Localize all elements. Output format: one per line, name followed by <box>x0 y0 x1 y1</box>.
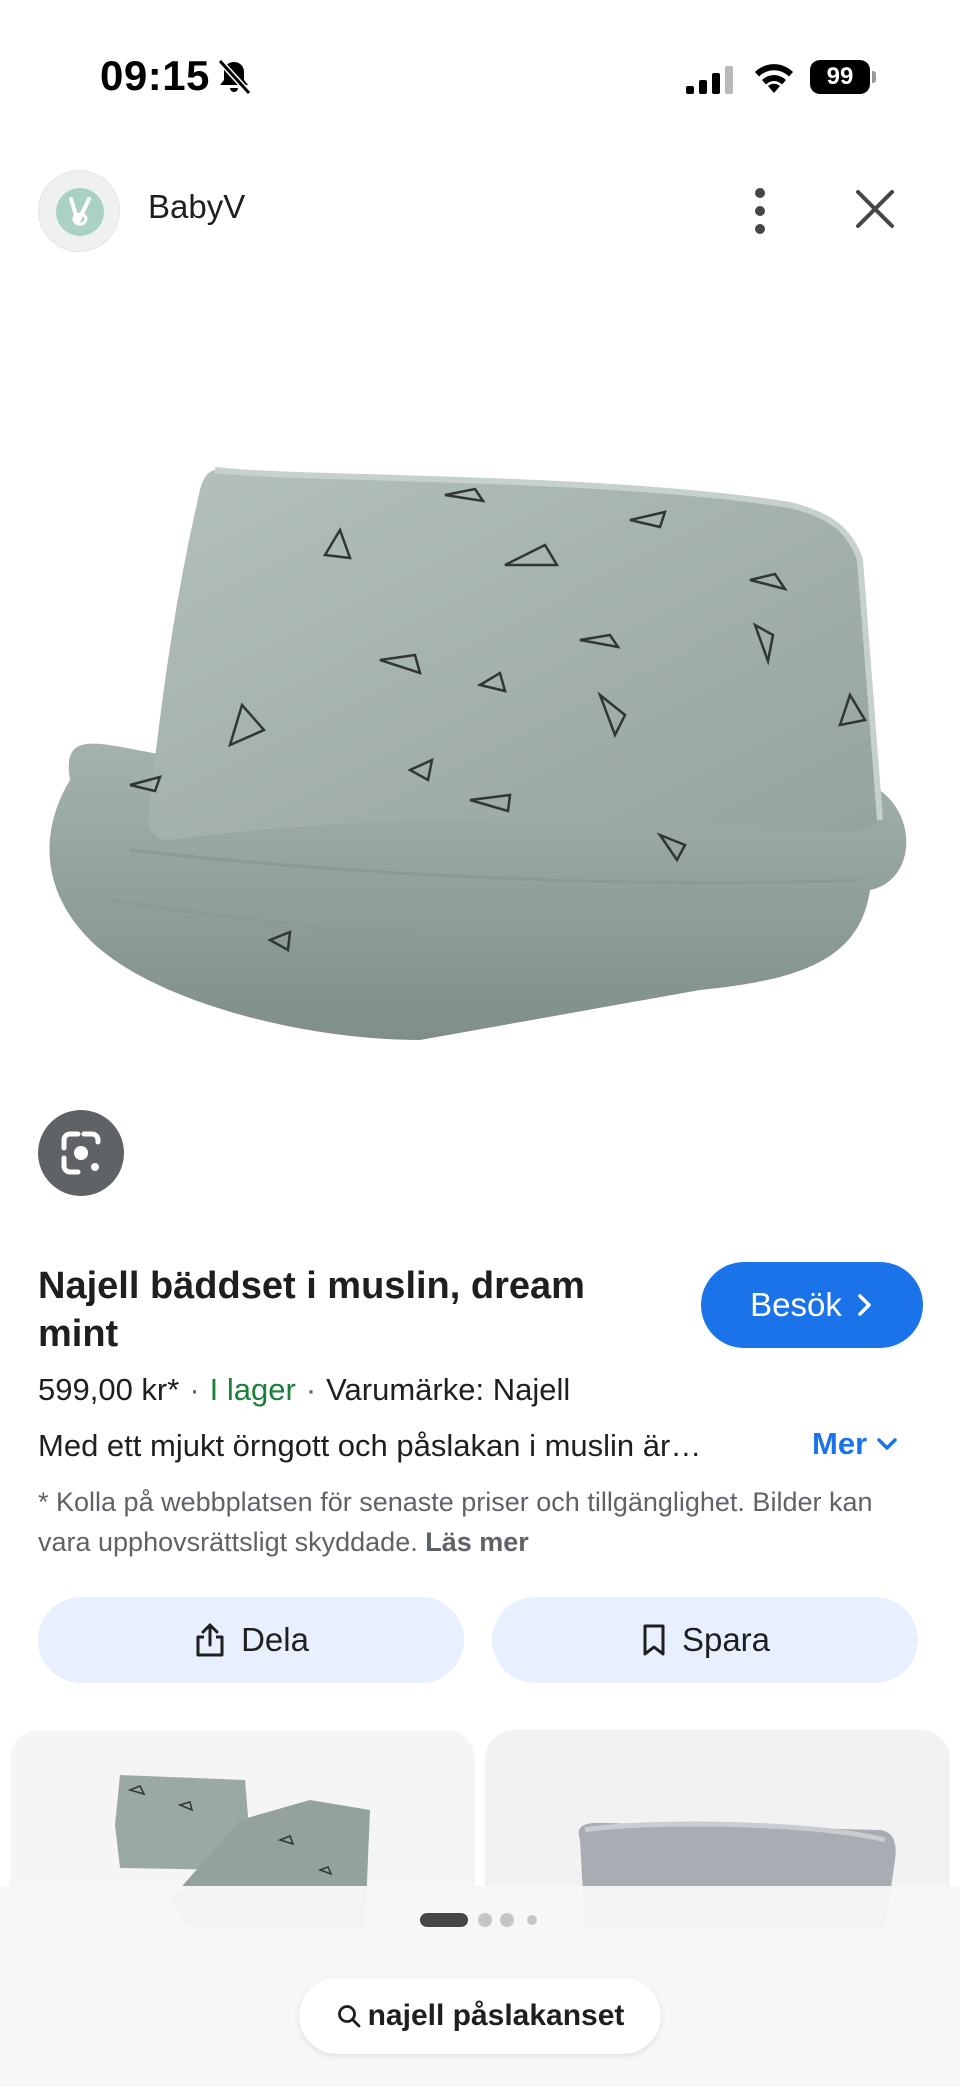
page-dot-active <box>420 1913 468 1927</box>
wifi-icon <box>755 64 793 93</box>
search-icon <box>337 2005 360 2028</box>
share-button[interactable]: Dela <box>38 1597 464 1683</box>
close-icon[interactable] <box>850 182 900 236</box>
battery-tip <box>872 71 876 83</box>
visit-button[interactable]: Besök <box>701 1262 923 1348</box>
separator: · <box>189 1372 200 1407</box>
share-icon <box>196 1623 224 1657</box>
chevron-down-icon <box>877 1438 897 1450</box>
page-dot <box>527 1915 537 1925</box>
share-label: Dela <box>241 1621 309 1658</box>
product-title: Najell bäddset i muslin, dream mint <box>38 1265 585 1355</box>
visit-label: Besök <box>750 1286 842 1323</box>
separator: · <box>305 1372 317 1407</box>
more-label: Mer <box>812 1426 868 1461</box>
source-header: BabyV <box>0 160 960 260</box>
page-indicator <box>0 1910 960 1930</box>
google-lens-icon[interactable] <box>38 1110 124 1196</box>
product-image[interactable] <box>0 420 960 1060</box>
battery-icon: 99 <box>810 60 876 94</box>
stock-status: I lager <box>209 1372 296 1407</box>
brand: Varumärke: Najell <box>326 1372 571 1407</box>
source-name[interactable]: BabyV <box>148 188 245 226</box>
save-label: Spara <box>681 1621 771 1658</box>
price: 599,00 kr* <box>38 1372 180 1407</box>
babyv-logo-icon <box>56 188 104 236</box>
search-query-pill[interactable]: najell påslakanset <box>299 1978 661 2054</box>
status-time: 09:15 <box>100 52 210 99</box>
bookmark-icon <box>643 1624 665 1656</box>
page-dot <box>500 1913 514 1927</box>
bell-off-icon <box>217 58 252 96</box>
page-dot <box>478 1913 492 1927</box>
more-vert-icon[interactable] <box>738 184 782 238</box>
disclaimer: * Kolla på webbplatsen för senaste prise… <box>38 1482 918 1562</box>
battery-level: 99 <box>810 60 870 94</box>
signal-icon <box>686 66 733 94</box>
save-button[interactable]: Spara <box>492 1597 918 1683</box>
more-button[interactable]: Mer <box>812 1426 899 1462</box>
product-meta: 599,00 kr* · I lager · Varumärke: Najell <box>38 1372 570 1408</box>
read-more-link[interactable]: Läs mer <box>425 1527 529 1557</box>
source-avatar[interactable] <box>38 170 120 252</box>
product-description: Med ett mjukt örngott och påslakan i mus… <box>38 1428 702 1463</box>
chevron-right-icon <box>858 1294 871 1316</box>
status-bar: 09:15 99 <box>0 0 960 150</box>
search-query: najell påslakanset <box>367 1999 625 2032</box>
